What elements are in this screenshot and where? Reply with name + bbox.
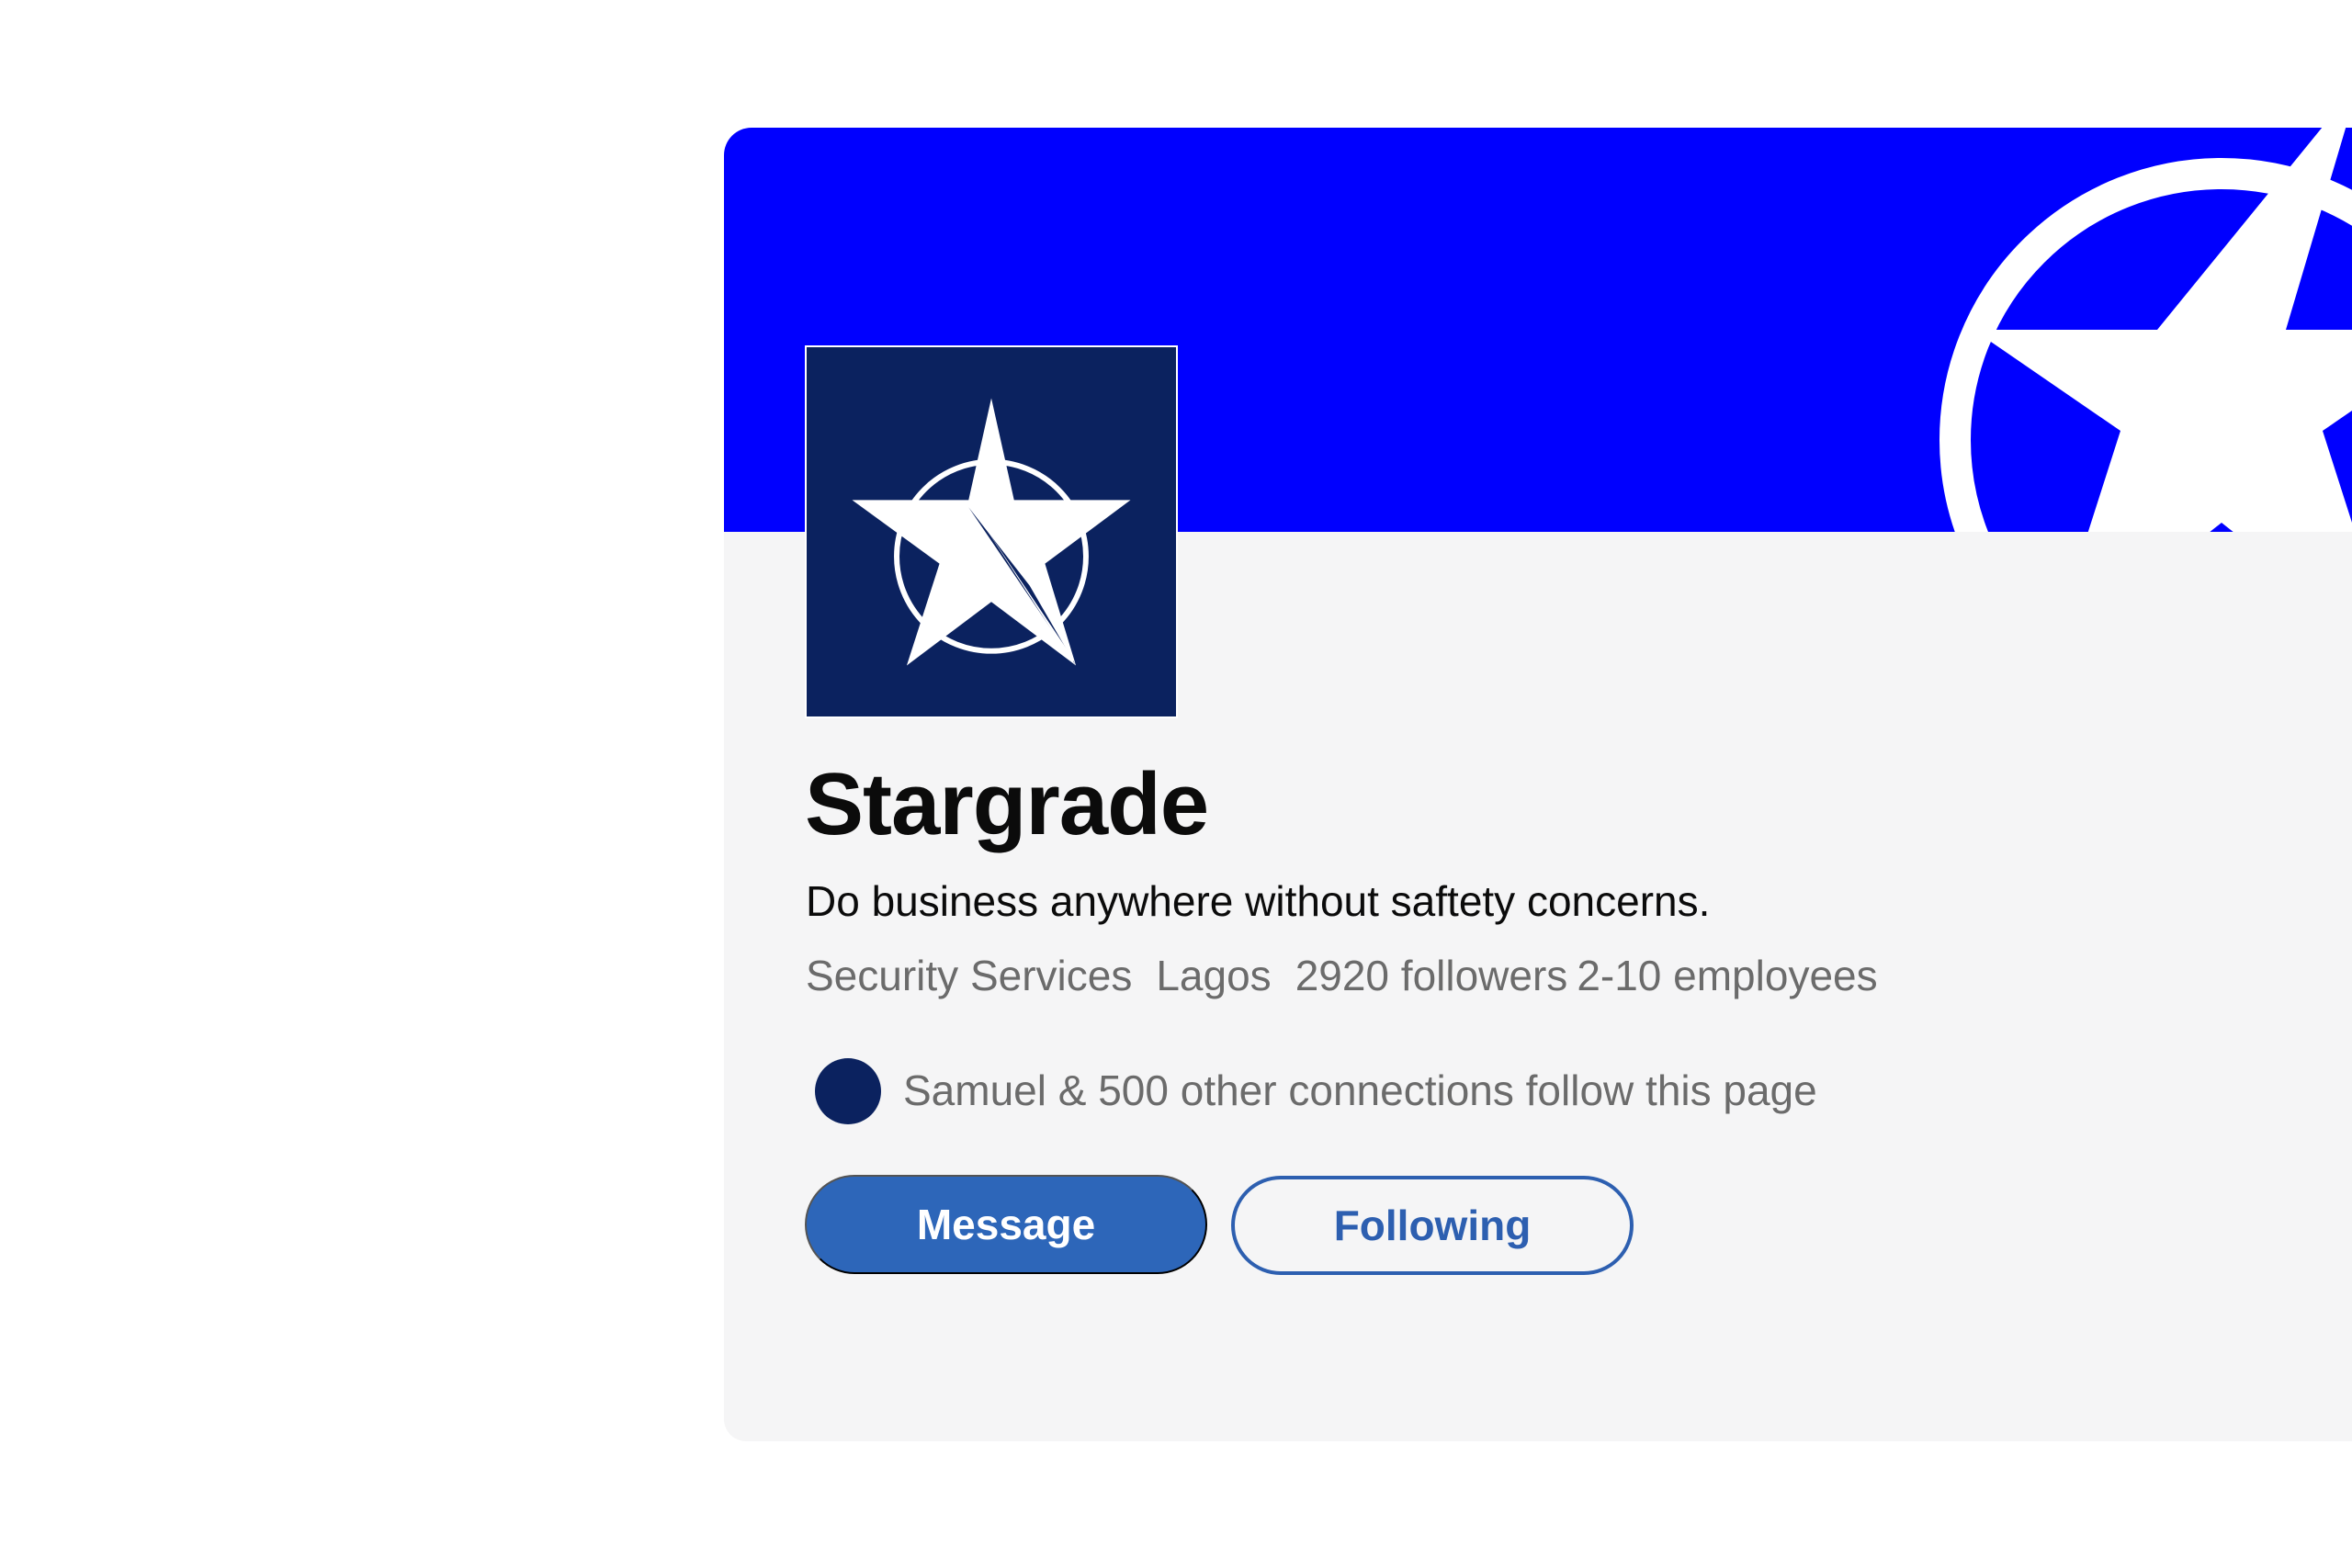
star-in-circle-icon	[852, 398, 1131, 666]
company-name: Stargrade	[805, 755, 1209, 853]
company-logo	[805, 345, 1178, 718]
company-meta: Security Services Lagos 2920 followers 2-10…	[806, 954, 1902, 997]
company-tagline: Do business anywhere without saftety con…	[806, 877, 1711, 925]
banner-star-icon	[1939, 128, 2352, 532]
location-label: Lagos	[1156, 952, 1272, 999]
avatar	[815, 1058, 881, 1124]
page: Stargrade Do business anywhere without s…	[0, 0, 2352, 1568]
connections-text: Samuel & 500 other connections follow th…	[903, 1066, 1817, 1114]
connections-row: Samuel & 500 other connections follow th…	[815, 1058, 1817, 1124]
message-button[interactable]: Message	[805, 1175, 1207, 1274]
employee-count: 2-10 employees	[1577, 952, 1878, 999]
industry-label: Security Services	[806, 952, 1133, 999]
following-button[interactable]: Following	[1231, 1176, 1634, 1275]
followers-count: 2920 followers	[1295, 952, 1568, 999]
